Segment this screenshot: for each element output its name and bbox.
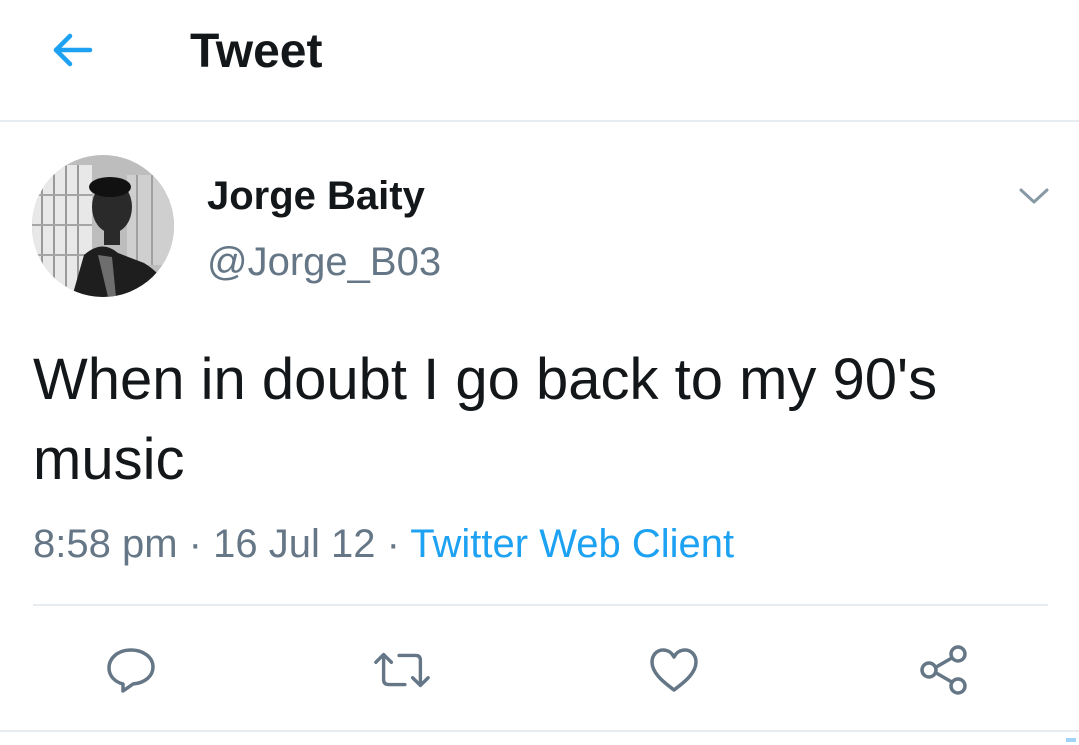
share-button[interactable] — [914, 640, 974, 700]
retweet-button[interactable] — [372, 640, 432, 700]
meta-separator: · — [188, 522, 202, 566]
author-name[interactable]: Jorge Baity — [207, 172, 425, 220]
retweet-icon — [374, 652, 430, 688]
app-header: Tweet — [0, 0, 1079, 122]
more-options-button[interactable] — [1012, 178, 1056, 214]
arrow-left-icon — [53, 33, 93, 67]
share-icon — [920, 645, 967, 695]
tweet-metadata: 8:58 pm · 16 Jul 12 · Twitter Web Client — [33, 520, 734, 568]
chevron-down-icon — [1019, 188, 1049, 204]
divider — [33, 604, 1048, 606]
scroll-indicator — [1066, 738, 1076, 742]
reply-icon — [107, 648, 155, 693]
author-handle[interactable]: @Jorge_B03 — [207, 238, 441, 286]
page-title: Tweet — [190, 25, 323, 78]
tweet-date: 16 Jul 12 — [213, 522, 376, 566]
back-button[interactable] — [44, 22, 100, 78]
avatar[interactable] — [32, 155, 174, 297]
reply-button[interactable] — [101, 640, 161, 700]
tweet-time: 8:58 pm — [33, 522, 178, 566]
tweet-source-link[interactable]: Twitter Web Client — [410, 522, 734, 566]
meta-separator: · — [386, 522, 400, 566]
tweet-text: When in doubt I go back to my 90's music — [33, 347, 938, 492]
like-icon — [650, 648, 698, 692]
section-divider — [0, 730, 1079, 732]
like-button[interactable] — [644, 640, 704, 700]
